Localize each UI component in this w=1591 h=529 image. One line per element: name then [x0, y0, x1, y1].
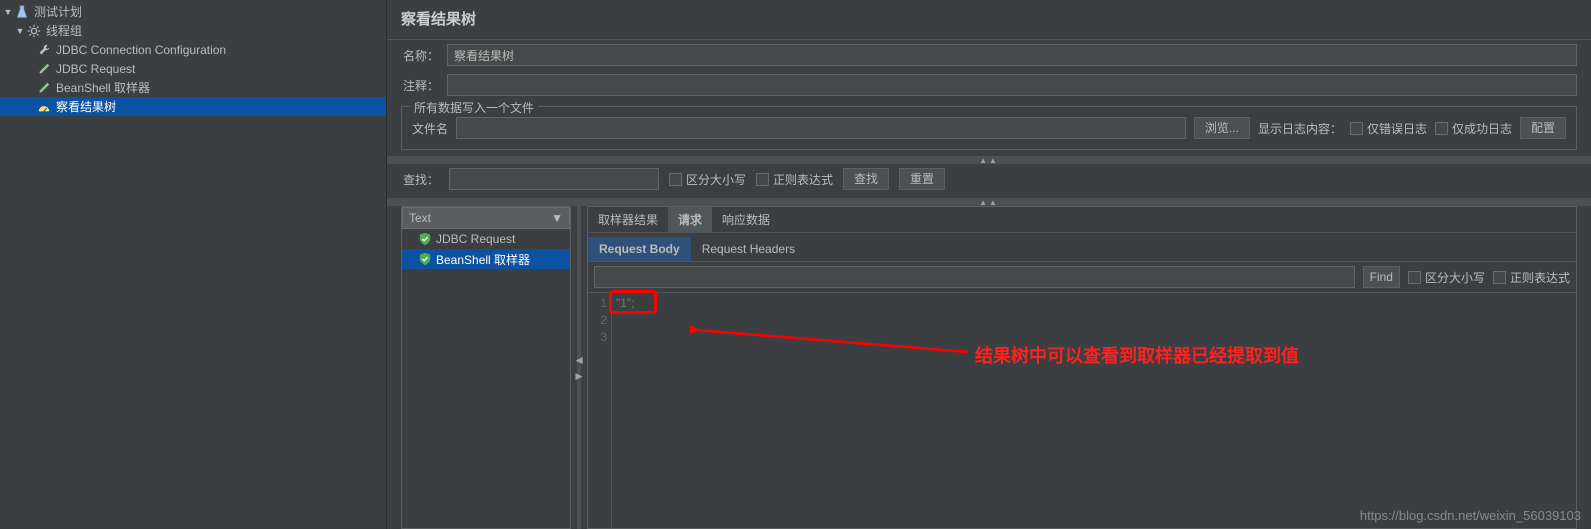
- success-shield-icon: [418, 232, 432, 246]
- collapse-handle-top[interactable]: ▲▲: [387, 156, 1591, 164]
- comment-label: 注释：: [401, 77, 439, 94]
- tree-toggle-icon[interactable]: ▼: [2, 7, 14, 17]
- search-label: 查找：: [401, 171, 439, 188]
- filename-label: 文件名: [412, 120, 448, 137]
- only-errors-checkbox[interactable]: 仅错误日志: [1350, 120, 1427, 137]
- browse-button[interactable]: 浏览...: [1194, 117, 1250, 139]
- detail-tabs-primary: 取样器结果 请求 响应数据: [588, 207, 1576, 233]
- collapse-handle-mid[interactable]: ▲▲: [387, 198, 1591, 206]
- flask-icon: [14, 4, 30, 20]
- result-item[interactable]: BeanShell 取样器: [402, 249, 570, 269]
- tree-item-label: JDBC Request: [56, 62, 135, 76]
- gauge-icon: [36, 99, 52, 115]
- panel-title: 察看结果树: [387, 0, 1591, 40]
- tree-item-label: 察看结果树: [56, 98, 116, 115]
- wrench-icon: [36, 42, 52, 58]
- tree-toggle-icon[interactable]: ▼: [14, 26, 26, 36]
- result-item-label: JDBC Request: [436, 232, 515, 246]
- detail-find-button[interactable]: Find: [1363, 266, 1400, 288]
- search-input[interactable]: [449, 168, 659, 190]
- dropper-icon: [36, 80, 52, 96]
- tree-item-result-tree[interactable]: 察看结果树: [0, 97, 386, 116]
- tab-request[interactable]: 请求: [668, 207, 712, 232]
- tree-item-beanshell[interactable]: BeanShell 取样器: [0, 78, 386, 97]
- tree-item-jdbc-config[interactable]: JDBC Connection Configuration: [0, 40, 386, 59]
- file-output-group: 所有数据写入一个文件 文件名 浏览... 显示日志内容： 仅错误日志 仅成功日志…: [401, 106, 1577, 150]
- tree-root[interactable]: ▼ 测试计划: [0, 2, 386, 21]
- result-item-label: BeanShell 取样器: [436, 251, 530, 268]
- tab-request-body[interactable]: Request Body: [588, 237, 691, 261]
- filename-input[interactable]: [456, 117, 1186, 139]
- detail-pane: 取样器结果 请求 响应数据 Request Body Request Heade…: [587, 206, 1577, 529]
- search-reset-button[interactable]: 重置: [899, 168, 945, 190]
- editor-gutter: 1 2 3: [588, 293, 612, 528]
- tree-item-label: JDBC Connection Configuration: [56, 43, 226, 57]
- result-format-select[interactable]: Text ▼: [402, 207, 570, 229]
- main-panel: 察看结果树 名称： 注释： 所有数据写入一个文件 文件名 浏览... 显示日志内…: [387, 0, 1591, 529]
- code-line: "1";: [616, 296, 635, 310]
- results-tree[interactable]: JDBC Request BeanShell 取样器: [402, 229, 570, 528]
- tab-request-headers[interactable]: Request Headers: [691, 237, 806, 261]
- tree-root-label: 测试计划: [34, 3, 82, 20]
- detail-tabs-secondary: Request Body Request Headers: [588, 237, 1576, 262]
- tab-response[interactable]: 响应数据: [712, 207, 780, 232]
- config-button[interactable]: 配置: [1520, 117, 1566, 139]
- detail-regex-checkbox[interactable]: 正则表达式: [1493, 269, 1570, 286]
- search-find-button[interactable]: 查找: [843, 168, 889, 190]
- gear-icon: [26, 23, 42, 39]
- result-format-label: Text: [409, 211, 431, 225]
- request-body-editor[interactable]: 1 2 3 "1";: [588, 293, 1576, 528]
- tree-item-label: BeanShell 取样器: [56, 79, 150, 96]
- tree-item-jdbc-request[interactable]: JDBC Request: [0, 59, 386, 78]
- name-label: 名称：: [401, 47, 439, 64]
- comment-input[interactable]: [447, 74, 1577, 96]
- name-input[interactable]: [447, 44, 1577, 66]
- only-success-checkbox[interactable]: 仅成功日志: [1435, 120, 1512, 137]
- detail-find-input[interactable]: [594, 266, 1355, 288]
- tree-thread-group-label: 线程组: [46, 22, 82, 39]
- editor-code[interactable]: "1";: [612, 293, 1576, 528]
- chevron-down-icon: ▼: [551, 211, 563, 225]
- result-item[interactable]: JDBC Request: [402, 229, 570, 249]
- test-plan-tree: ▼ 测试计划 ▼ 线程组 JDBC Connection Configurati…: [0, 0, 387, 529]
- tab-sampler-result[interactable]: 取样器结果: [588, 207, 668, 232]
- log-display-label: 显示日志内容：: [1258, 120, 1342, 137]
- success-shield-icon: [418, 252, 432, 266]
- dropper-icon: [36, 61, 52, 77]
- detail-case-checkbox[interactable]: 区分大小写: [1408, 269, 1485, 286]
- tree-thread-group[interactable]: ▼ 线程组: [0, 21, 386, 40]
- results-pane: Text ▼ JDBC Request BeanShell 取样器: [401, 206, 571, 529]
- search-case-checkbox[interactable]: 区分大小写: [669, 171, 746, 188]
- search-regex-checkbox[interactable]: 正则表达式: [756, 171, 833, 188]
- vertical-split-handle[interactable]: ◄►: [577, 206, 581, 529]
- file-output-legend: 所有数据写入一个文件: [410, 99, 538, 116]
